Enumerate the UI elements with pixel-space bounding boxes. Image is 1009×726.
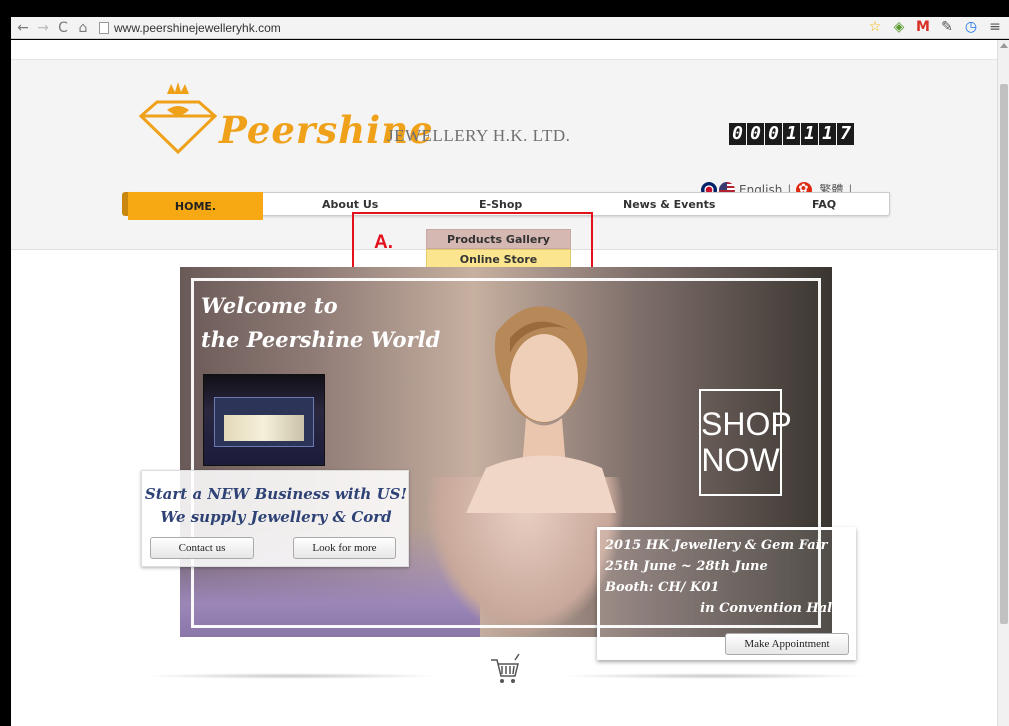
shop-now-button[interactable]: SHOP NOW xyxy=(699,389,792,496)
scroll-up-arrow-icon[interactable] xyxy=(1000,43,1008,48)
welcome-heading: Welcome to the Peershine World xyxy=(201,289,440,357)
extension-area: ☆ ◈ M ✎ ◷ ≡ xyxy=(867,19,1003,35)
footer-shadow-right xyxy=(558,673,868,679)
business-promo-text: Start a NEW Business with US! We supply … xyxy=(142,483,410,529)
make-appointment-button[interactable]: Make Appointment xyxy=(725,633,849,655)
crown-diamond-logo-icon[interactable] xyxy=(133,80,223,160)
forward-icon[interactable]: → xyxy=(35,20,51,36)
visitor-counter: 0 0 0 1 1 1 7 xyxy=(729,123,854,145)
promo-line-2: We supply Jewellery & Cord xyxy=(160,508,392,526)
web-page: Peershine JEWELLERY H.K. LTD. 0 0 0 1 1 … xyxy=(11,40,997,726)
fair-booth: Booth: CH/ K01 xyxy=(605,580,720,595)
fair-venue: in Convention Hall xyxy=(700,601,837,616)
counter-digit: 0 xyxy=(765,123,782,145)
fair-dates: 25th June ~ 28th June xyxy=(605,559,768,574)
url-text: www.peershinejewelleryhk.com xyxy=(114,20,281,35)
scroll-thumb[interactable] xyxy=(1000,84,1008,624)
counter-digit: 1 xyxy=(801,123,818,145)
back-icon[interactable]: ← xyxy=(15,20,31,36)
counter-digit: 0 xyxy=(729,123,746,145)
gmail-icon[interactable]: M xyxy=(915,19,931,35)
page-scrollbar[interactable] xyxy=(997,40,1009,726)
extension-shield-icon[interactable]: ◈ xyxy=(891,19,907,35)
nav-home[interactable]: HOME. xyxy=(122,192,263,220)
nav-faq[interactable]: FAQ xyxy=(812,198,836,211)
company-name: JEWELLERY H.K. LTD. xyxy=(387,126,571,145)
extension-clock-icon[interactable]: ◷ xyxy=(963,19,979,35)
look-for-more-button[interactable]: Look for more xyxy=(293,537,396,559)
booth-photo-image[interactable] xyxy=(203,374,325,466)
footer-shadow-left xyxy=(141,673,441,679)
bookmark-star-icon[interactable]: ☆ xyxy=(867,19,883,35)
shopping-cart-icon[interactable] xyxy=(487,652,523,688)
counter-digit: 1 xyxy=(819,123,836,145)
nav-about-us[interactable]: About Us xyxy=(322,198,378,211)
screenshot-frame: ← → C ⌂ www.peershinejewelleryhk.com ☆ ◈… xyxy=(0,0,1009,726)
booth-counter-shape xyxy=(224,415,304,441)
shop-now-line-1: SHOP xyxy=(701,406,792,442)
nav-e-shop[interactable]: E-Shop xyxy=(479,198,522,211)
welcome-line-1: Welcome to xyxy=(201,293,338,318)
nav-news-events[interactable]: News & Events xyxy=(623,198,715,211)
promo-line-1: Start a NEW Business with US! xyxy=(144,485,408,503)
reload-icon[interactable]: C xyxy=(55,20,71,36)
top-strip xyxy=(11,40,997,60)
counter-digit: 0 xyxy=(747,123,764,145)
annotation-label: A. xyxy=(374,232,393,253)
address-bar[interactable]: www.peershinejewelleryhk.com xyxy=(99,21,281,35)
fair-title: 2015 HK Jewellery & Gem Fair xyxy=(605,538,828,553)
counter-digit: 1 xyxy=(783,123,800,145)
eyedropper-icon[interactable]: ✎ xyxy=(939,19,955,35)
fair-info-text: 2015 HK Jewellery & Gem Fair 25th June ~… xyxy=(605,535,845,619)
counter-digit: 7 xyxy=(837,123,854,145)
home-icon[interactable]: ⌂ xyxy=(75,20,91,36)
contact-us-button[interactable]: Contact us xyxy=(150,537,254,559)
browser-toolbar: ← → C ⌂ www.peershinejewelleryhk.com ☆ ◈… xyxy=(11,17,1009,39)
shop-now-line-2: NOW xyxy=(701,442,780,478)
page-icon xyxy=(99,21,109,34)
menu-icon[interactable]: ≡ xyxy=(987,19,1003,35)
welcome-line-2: the Peershine World xyxy=(201,327,441,352)
business-promo-box: Start a NEW Business with US! We supply … xyxy=(141,470,409,567)
